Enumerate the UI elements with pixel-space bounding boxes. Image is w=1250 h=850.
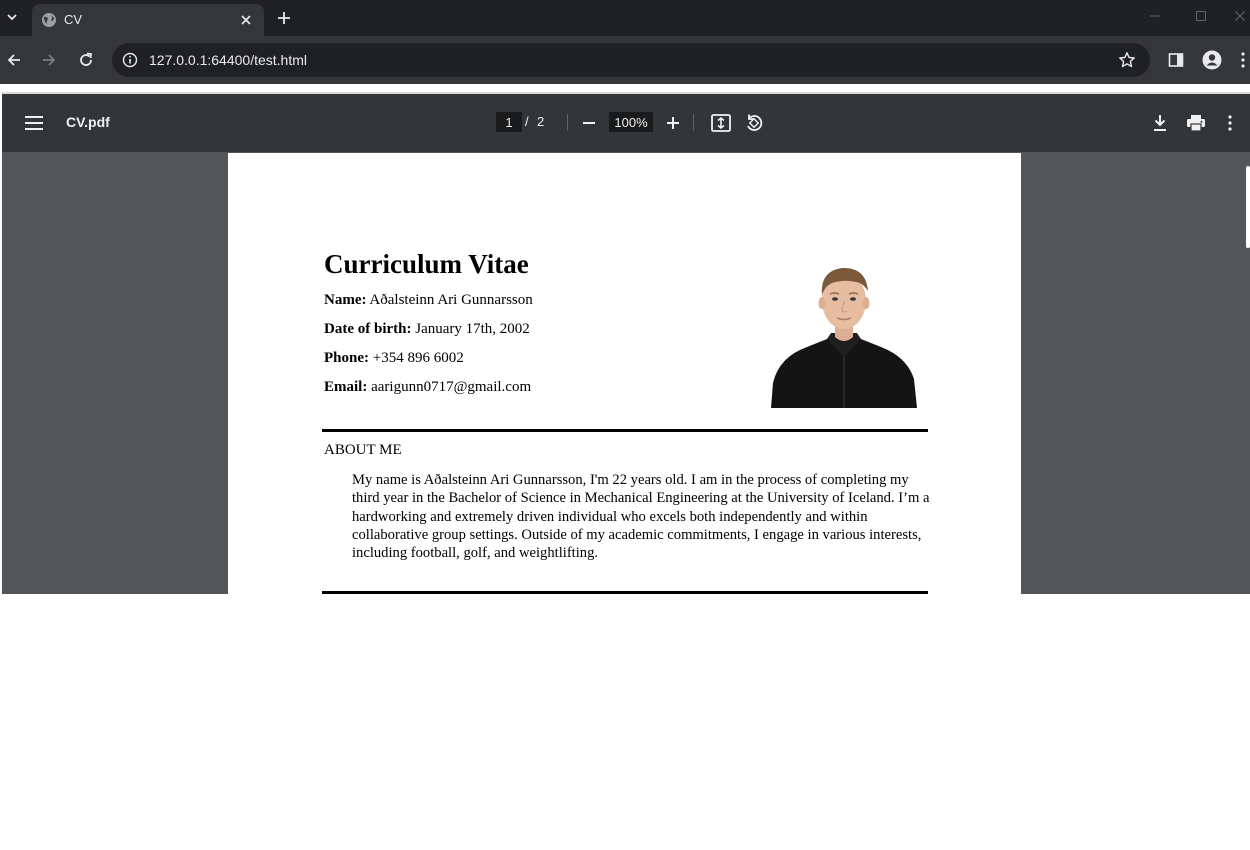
star-icon bbox=[1119, 52, 1135, 68]
minimize-icon bbox=[1150, 15, 1160, 17]
pdf-viewer: CV.pdf / 2 Curriculum Vitae bbox=[2, 92, 1250, 596]
tab-title: CV bbox=[64, 12, 83, 27]
close-window-button[interactable] bbox=[1230, 4, 1250, 28]
new-tab-button[interactable] bbox=[272, 6, 296, 30]
zoom-out-button[interactable] bbox=[577, 111, 601, 135]
rotate-button[interactable] bbox=[742, 111, 766, 135]
profile-photo bbox=[769, 261, 919, 408]
zoom-input[interactable] bbox=[609, 112, 653, 132]
zoom-in-button[interactable] bbox=[661, 111, 685, 135]
toolbar-divider bbox=[693, 114, 694, 131]
pdf-toolbar: CV.pdf / 2 bbox=[2, 94, 1250, 152]
download-button[interactable] bbox=[1148, 111, 1172, 135]
reload-button[interactable] bbox=[74, 48, 98, 72]
date-of-birth-field: Date of birth: January 17th, 2002 bbox=[324, 321, 530, 338]
profile-button[interactable] bbox=[1200, 48, 1224, 72]
close-icon bbox=[1234, 10, 1246, 22]
avatar-icon bbox=[1202, 50, 1222, 70]
blank-area bbox=[0, 594, 1250, 850]
cv-title: Curriculum Vitae bbox=[324, 249, 529, 279]
about-me-text: My name is Aðalsteinn Ari Gunnarsson, I'… bbox=[352, 472, 930, 562]
tab-search-button[interactable] bbox=[0, 4, 24, 30]
arrow-left-icon bbox=[7, 54, 20, 66]
side-panel-button[interactable] bbox=[1164, 48, 1188, 72]
total-pages: 2 bbox=[537, 114, 545, 129]
email-field: Email: aarigunn0717@gmail.com bbox=[324, 379, 531, 396]
minus-icon bbox=[583, 122, 595, 124]
phone-field: Phone: +354 896 6002 bbox=[324, 350, 464, 367]
name-field: Name: Aðalsteinn Ari Gunnarsson bbox=[324, 292, 533, 309]
url-text[interactable]: 127.0.0.1:64400/test.html bbox=[149, 52, 307, 68]
fit-to-page-button[interactable] bbox=[709, 111, 733, 135]
chrome-divider bbox=[0, 84, 1250, 92]
address-bar[interactable]: 127.0.0.1:64400/test.html bbox=[112, 43, 1150, 77]
maximize-button[interactable] bbox=[1186, 4, 1216, 28]
field-label: Email: bbox=[324, 379, 368, 395]
more-actions-button[interactable] bbox=[1222, 111, 1238, 135]
info-icon bbox=[122, 52, 138, 68]
plus-icon bbox=[278, 12, 290, 24]
browser-toolbar: 127.0.0.1:64400/test.html bbox=[0, 36, 1250, 84]
print-button[interactable] bbox=[1184, 111, 1208, 135]
more-vertical-icon bbox=[1241, 52, 1245, 68]
download-icon bbox=[1154, 115, 1166, 131]
toolbar-divider bbox=[567, 114, 568, 131]
site-info-button[interactable] bbox=[120, 50, 140, 70]
tab-strip: CV bbox=[0, 0, 1250, 36]
browser-tab[interactable]: CV bbox=[32, 4, 264, 36]
forward-button[interactable] bbox=[37, 48, 61, 72]
fit-page-icon bbox=[711, 114, 731, 132]
field-value: January 17th, 2002 bbox=[415, 321, 530, 337]
hamburger-icon bbox=[25, 116, 43, 130]
field-label: Name: bbox=[324, 292, 367, 308]
section-divider bbox=[322, 429, 928, 432]
field-value: Aðalsteinn Ari Gunnarsson bbox=[369, 292, 533, 308]
document-title: CV.pdf bbox=[66, 114, 110, 130]
globe-icon bbox=[42, 13, 56, 27]
maximize-icon bbox=[1196, 11, 1206, 21]
reload-icon bbox=[80, 52, 93, 66]
chevron-down-icon bbox=[7, 14, 17, 21]
scrollbar-thumb[interactable] bbox=[1246, 166, 1250, 248]
side-panel-icon bbox=[1168, 53, 1184, 67]
field-label: Date of birth: bbox=[324, 321, 412, 337]
field-value: aarigunn0717@gmail.com bbox=[371, 379, 532, 395]
back-button[interactable] bbox=[2, 48, 26, 72]
page-number-input[interactable] bbox=[496, 112, 522, 132]
rotate-icon bbox=[747, 114, 763, 131]
field-value: +354 896 6002 bbox=[372, 350, 464, 366]
sidebar-menu-button[interactable] bbox=[22, 111, 46, 135]
pdf-page: Curriculum Vitae Name: Aðalsteinn Ari Gu… bbox=[228, 153, 1021, 596]
more-vertical-icon bbox=[1228, 115, 1232, 131]
printer-icon bbox=[1187, 115, 1205, 132]
about-me-heading: ABOUT ME bbox=[324, 442, 402, 458]
browser-menu-button[interactable] bbox=[1236, 48, 1250, 72]
bookmark-button[interactable] bbox=[1117, 50, 1137, 70]
plus-icon bbox=[667, 117, 679, 129]
minimize-button[interactable] bbox=[1140, 4, 1170, 28]
field-label: Phone: bbox=[324, 350, 369, 366]
close-icon bbox=[241, 15, 251, 25]
tab-close-button[interactable] bbox=[236, 10, 256, 30]
page-separator: / bbox=[525, 114, 529, 129]
arrow-right-icon bbox=[43, 54, 56, 66]
